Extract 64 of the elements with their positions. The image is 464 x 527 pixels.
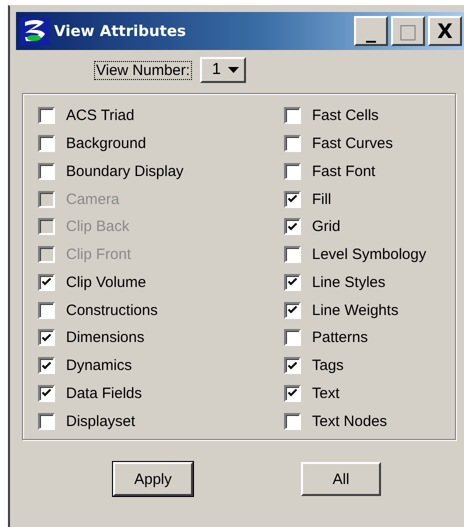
close-button[interactable]: X [428,16,462,46]
checkbox[interactable] [284,274,301,291]
checkbox-label: Fast Cells [312,107,379,124]
checkbox-label: Tags [312,357,344,374]
checkmark-icon [288,195,297,204]
checkmark-icon [288,389,297,398]
checkbox-label: Data Fields [66,384,142,402]
checkbox-label: Text Nodes [312,412,388,430]
checkbox[interactable] [284,218,301,236]
app-logo-icon [20,17,50,45]
dialog-button[interactable]: Apply [113,462,193,496]
checkbox-label: Fill [312,190,332,208]
checkbox-label: Boundary Display [66,162,184,180]
checkbox[interactable] [38,274,55,291]
checkmark-icon [42,362,51,370]
window-title: View Attributes [54,22,187,40]
checkbox-label: Level Symbology [312,246,426,264]
view-number-dropdown[interactable]: 1 [200,57,246,83]
checkbox-label: Camera [66,190,120,208]
checkmark-icon [42,389,51,398]
checkmark-icon [288,362,297,370]
checkbox[interactable] [38,357,55,374]
checkmark-icon [288,222,297,231]
checkbox[interactable] [284,246,301,264]
checkbox[interactable] [38,412,55,430]
checkbox-label: Fast Font [312,162,376,180]
checkbox[interactable] [284,190,301,208]
checkbox-label: Patterns [312,329,368,346]
checkbox[interactable] [284,135,301,152]
checkbox-label: Dimensions [66,329,144,346]
checkbox-label: Constructions [66,302,158,319]
checkbox[interactable] [284,302,301,319]
checkbox-label: Fast Curves [312,135,393,152]
checkbox[interactable] [38,384,55,402]
checkbox-label: Clip Volume [66,274,146,291]
checkbox[interactable] [284,384,301,402]
minimize-button[interactable]: _ [354,16,388,46]
view-number-label: View Number: [94,60,192,80]
checkbox-label: ACS Triad [66,107,134,124]
checkbox-label: Clip Back [66,218,130,236]
checkbox[interactable] [38,162,55,180]
checkbox[interactable] [38,302,55,319]
checkmark-icon [288,306,297,314]
checkbox-label: Clip Front [66,246,132,264]
checkbox-label: Background [66,135,146,152]
checkbox[interactable] [284,357,301,374]
checkmark-icon [42,278,51,286]
checkbox[interactable] [38,135,55,152]
checkbox-label: Displayset [66,412,136,430]
checkbox[interactable] [38,329,55,346]
checkbox-label: Dynamics [66,357,132,374]
checkbox-label: Grid [312,218,340,236]
checkmark-icon [288,278,297,286]
checkbox[interactable] [284,107,301,124]
checkbox-label: Text [312,384,340,402]
caret-icon [228,67,239,73]
checkbox[interactable] [284,162,301,180]
dialog-button[interactable]: All [301,462,381,496]
checkbox[interactable] [284,412,301,430]
checkmark-icon [42,334,51,342]
checkbox-label: Line Weights [312,302,398,319]
checkbox[interactable] [284,329,301,346]
checkbox[interactable] [38,107,55,124]
checkbox-label: Line Styles [312,274,386,291]
